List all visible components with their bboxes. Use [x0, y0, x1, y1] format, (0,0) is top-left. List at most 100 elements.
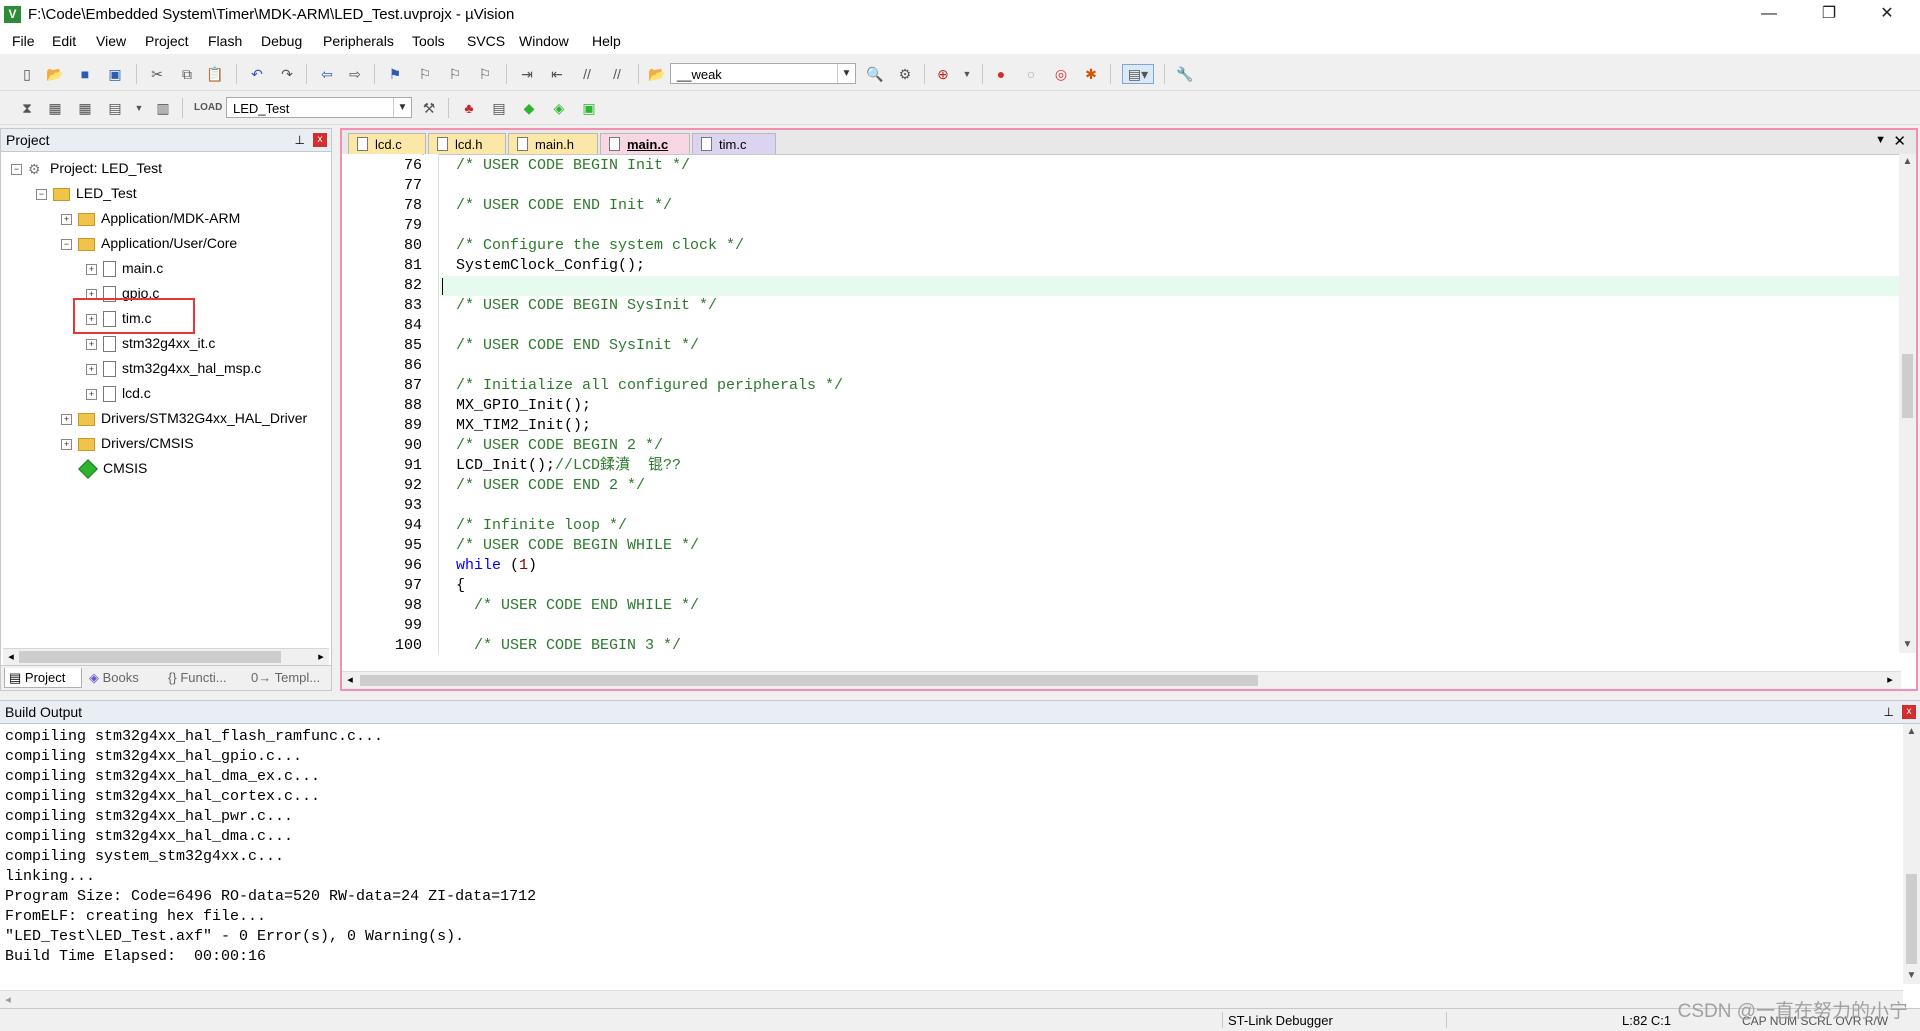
unindent-icon[interactable]: ⇤ [548, 65, 566, 83]
scroll-left-icon[interactable]: ◂ [342, 672, 358, 689]
breakpoint-enable-icon[interactable]: ○ [1022, 65, 1040, 83]
close-icon[interactable]: x [313, 133, 327, 147]
undo-icon[interactable]: ↶ [248, 65, 266, 83]
collapse-icon[interactable]: − [11, 163, 22, 175]
tree-item-file[interactable]: + stm32g4xx_it.c [86, 332, 215, 354]
editor-horizontal-scrollbar[interactable]: ◂ ▸ [342, 671, 1901, 689]
find-combo[interactable]: __weak ▼ [670, 63, 856, 84]
tree-item-group[interactable]: + Application/MDK-ARM [61, 207, 240, 229]
bookmark-clear-icon[interactable]: ⚐ [476, 65, 494, 83]
scroll-right-icon[interactable]: ▸ [313, 649, 329, 666]
scroll-left-icon[interactable]: ◂ [3, 649, 19, 666]
tab-main-c[interactable]: main.c [600, 133, 690, 154]
paste-icon[interactable]: 📋 [206, 65, 224, 83]
editor-vertical-scrollbar[interactable]: ▲ ▼ [1899, 154, 1916, 653]
code-line[interactable]: /* Infinite loop */ [440, 516, 1900, 536]
code-line[interactable] [440, 276, 1900, 296]
code-line[interactable]: /* USER CODE END SysInit */ [440, 336, 1900, 356]
rebuild-icon[interactable]: ▦ [76, 99, 94, 117]
tab-templates[interactable]: 0→ Templ... [247, 668, 329, 688]
bookmark-prev-icon[interactable]: ⚐ [416, 65, 434, 83]
expand-icon[interactable]: + [61, 213, 72, 225]
tree-item-file-tim[interactable]: + tim.c [86, 307, 152, 329]
breakpoint-insert-icon[interactable]: ● [992, 65, 1010, 83]
restore-button[interactable]: ❐ [1806, 0, 1852, 30]
pin-icon[interactable]: ⊥ [295, 129, 305, 151]
navigate-back-icon[interactable]: ⇦ [318, 65, 336, 83]
tree-item-target[interactable]: − LED_Test [36, 182, 137, 204]
close-icon[interactable]: x [1902, 705, 1916, 719]
code-line[interactable]: { [440, 576, 1900, 596]
copy-icon[interactable]: ⧉ [178, 65, 196, 83]
chevron-down-icon[interactable]: ▼ [837, 64, 855, 83]
scroll-down-icon[interactable]: ▼ [1899, 637, 1916, 653]
tab-main-h[interactable]: main.h [508, 133, 598, 154]
build-vertical-scrollbar[interactable]: ▲ ▼ [1903, 724, 1920, 984]
scroll-left-icon[interactable]: ◂ [0, 991, 16, 1009]
manage-run-time-icon[interactable]: ▤ [490, 99, 508, 117]
select-packs-icon[interactable]: ◆ [520, 99, 538, 117]
chevron-down-icon[interactable]: ▼ [393, 98, 411, 117]
save-all-icon[interactable]: ▣ [106, 65, 124, 83]
scroll-thumb[interactable] [1902, 354, 1913, 418]
stop-build-icon[interactable]: ▥ [154, 99, 172, 117]
code-line[interactable]: /* Configure the system clock */ [440, 236, 1900, 256]
tab-lcd-c[interactable]: lcd.c [348, 133, 426, 154]
debug-session-icon[interactable]: ⊕ [934, 65, 952, 83]
configure-icon[interactable]: 🔧 [1176, 65, 1194, 83]
tab-project[interactable]: ▤ Project [4, 668, 82, 688]
menu-window[interactable]: Window [519, 33, 569, 49]
code-line[interactable]: /* USER CODE END 2 */ [440, 476, 1900, 496]
translate-icon[interactable]: ⧗ [18, 99, 36, 117]
uncomment-icon[interactable]: // [608, 65, 626, 83]
scroll-up-icon[interactable]: ▲ [1903, 724, 1920, 740]
tree-item-file[interactable]: + gpio.c [86, 282, 159, 304]
redo-icon[interactable]: ↷ [278, 65, 296, 83]
expand-icon[interactable]: + [86, 288, 97, 300]
code-line[interactable]: /* USER CODE BEGIN 3 */ [440, 636, 1900, 654]
window-layout-icon[interactable]: ▤▾ [1122, 64, 1154, 84]
new-file-icon[interactable]: ▯ [18, 65, 36, 83]
menu-debug[interactable]: Debug [261, 33, 302, 49]
navigate-forward-icon[interactable]: ⇨ [346, 65, 364, 83]
menu-tools[interactable]: Tools [412, 33, 445, 49]
chevron-down-icon[interactable]: ▼ [958, 65, 976, 83]
menu-svcs[interactable]: SVCS [467, 33, 505, 49]
build-icon[interactable]: ▦ [46, 99, 64, 117]
find-icon[interactable]: 🔍 [866, 65, 884, 83]
indent-icon[interactable]: ⇥ [518, 65, 536, 83]
incremental-find-icon[interactable]: ⚙ [896, 65, 914, 83]
tab-lcd-h[interactable]: lcd.h [428, 133, 506, 154]
tree-item-file[interactable]: + main.c [86, 257, 163, 279]
batch-build-icon[interactable]: ▤ [106, 99, 124, 117]
tree-item-group[interactable]: + Drivers/CMSIS [61, 432, 194, 454]
code-line[interactable]: /* USER CODE END Init */ [440, 196, 1900, 216]
menu-edit[interactable]: Edit [52, 33, 76, 49]
code-line[interactable]: /* USER CODE BEGIN WHILE */ [440, 536, 1900, 556]
build-horizontal-scrollbar[interactable]: ◂ [0, 990, 1903, 1009]
expand-icon[interactable]: + [86, 263, 97, 275]
code-line[interactable]: LCD_Init();//LCD鍒濆 锟?? [440, 456, 1900, 476]
close-tab-icon[interactable]: ✕ [1893, 132, 1906, 150]
tree-item-group[interactable]: − Application/User/Core [61, 232, 237, 254]
menu-peripherals[interactable]: Peripherals [323, 33, 394, 49]
tree-item-project-root[interactable]: − ⚙ Project: LED_Test [11, 157, 162, 179]
menu-flash[interactable]: Flash [208, 33, 242, 49]
expand-icon[interactable]: + [86, 388, 97, 400]
tab-tim-c[interactable]: tim.c [692, 133, 776, 154]
code-line[interactable] [440, 216, 1900, 236]
menu-file[interactable]: File [12, 33, 35, 49]
code-line[interactable]: SystemClock_Config(); [440, 256, 1900, 276]
bookmark-toggle-icon[interactable]: ⚑ [386, 65, 404, 83]
save-icon[interactable]: ■ [76, 65, 94, 83]
menu-help[interactable]: Help [592, 33, 621, 49]
target-combo[interactable]: LED_Test ▼ [226, 97, 412, 118]
collapse-icon[interactable]: − [61, 238, 72, 250]
code-line[interactable]: /* Initialize all configured peripherals… [440, 376, 1900, 396]
menu-view[interactable]: View [96, 33, 126, 49]
tab-functions[interactable]: {} Functi... [164, 668, 244, 688]
open-file-icon[interactable]: 📂 [46, 65, 64, 83]
code-line[interactable]: MX_GPIO_Init(); [440, 396, 1900, 416]
menu-project[interactable]: Project [145, 33, 189, 49]
scroll-right-icon[interactable]: ▸ [1882, 672, 1898, 689]
